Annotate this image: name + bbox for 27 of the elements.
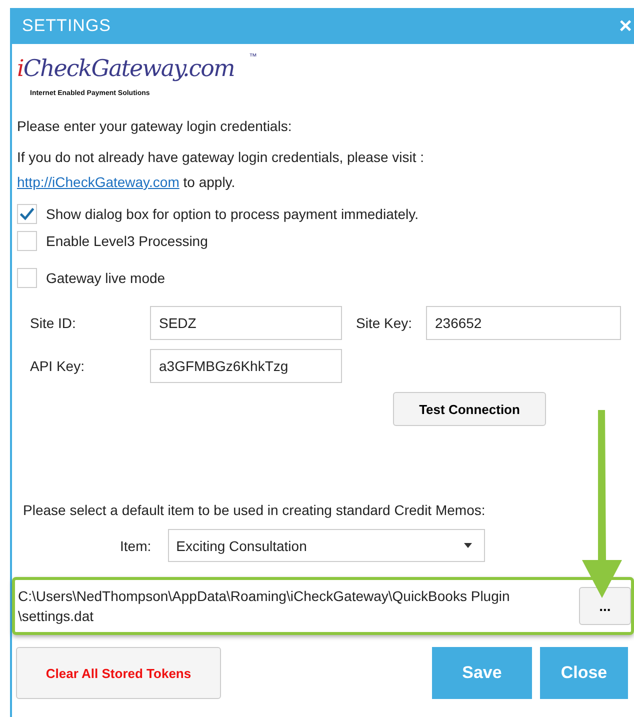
field-label: API Key: <box>30 358 86 374</box>
input-field[interactable]: a3GFMBGz6KhkTzg <box>150 349 342 383</box>
test-connection-button[interactable]: Test Connection <box>393 392 546 426</box>
input-field[interactable]: SEDZ <box>150 306 342 340</box>
instruction-text: Please enter your gateway login credentials: <box>17 118 293 134</box>
checkbox[interactable] <box>17 204 37 224</box>
logo-text: iCheckGateway.com <box>17 56 234 82</box>
file-path-text: C:\Users\NedThompson\AppData\Roaming\iCheckGateway\QuickBooks Plugin \settings.dat <box>18 587 511 626</box>
gateway-link[interactable]: http://iCheckGateway.com <box>17 174 180 190</box>
field-label: Site Key: <box>355 315 414 331</box>
apply-text: to apply. <box>183 174 236 190</box>
item-label: Item: <box>120 538 152 554</box>
checkbox[interactable] <box>17 268 37 288</box>
checkbox-label: Gateway live mode <box>46 270 166 286</box>
checkbox-label: Show dialog box for option to process payment immediately. <box>46 206 418 222</box>
browse-button[interactable]: ... <box>579 587 631 625</box>
checkbox-label: Enable Level3 Processing <box>46 233 208 249</box>
input-field[interactable]: 236652 <box>426 306 621 340</box>
item-dropdown[interactable]: Exciting Consultation <box>168 529 486 562</box>
visit-text: If you do not already have gateway login credentials, please visit : <box>17 149 426 165</box>
clear-tokens-button[interactable]: Clear All Stored Tokens <box>16 647 221 699</box>
caret-icon <box>464 543 472 548</box>
field-label: Site ID: <box>30 315 77 331</box>
window-title: SETTINGS <box>22 16 112 36</box>
credit-memo-prompt: Please select a default item to be used in creating standard Credit Memos: <box>22 502 486 518</box>
trademark-text: ™ <box>249 52 257 61</box>
checkbox[interactable] <box>17 231 37 251</box>
